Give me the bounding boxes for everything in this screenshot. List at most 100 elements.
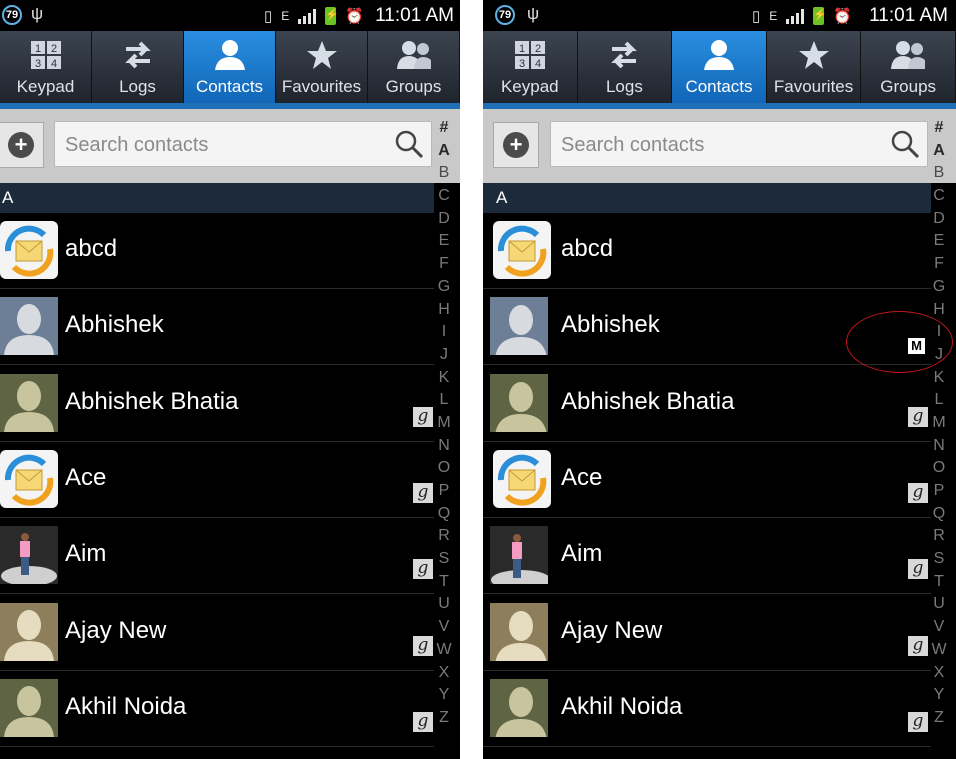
index-letter[interactable]: B [439, 162, 450, 185]
contact-row[interactable]: Aim g [0, 518, 434, 594]
google-account-icon: g [908, 636, 928, 656]
contact-row[interactable]: abcd [483, 213, 931, 289]
contact-row[interactable]: Aim g [483, 518, 931, 594]
index-letter[interactable]: Q [933, 503, 945, 526]
search-field[interactable] [54, 121, 432, 168]
index-letter[interactable]: # [935, 117, 944, 140]
index-letter[interactable]: M [437, 412, 450, 435]
index-letter[interactable]: E [439, 230, 450, 253]
index-letter[interactable]: T [934, 571, 944, 594]
contact-name: Ajay New [561, 617, 663, 644]
index-letter[interactable]: D [438, 208, 450, 231]
search-icon[interactable] [891, 130, 919, 158]
index-letter[interactable]: D [933, 208, 945, 231]
index-letter[interactable]: M [932, 412, 945, 435]
index-letter[interactable]: G [438, 276, 450, 299]
clock: 11:01 AM [375, 5, 454, 26]
index-letter[interactable]: F [439, 253, 449, 276]
svg-text:3: 3 [519, 58, 525, 69]
index-letter[interactable]: W [931, 639, 946, 662]
search-input[interactable] [55, 122, 383, 168]
index-letter[interactable]: Q [438, 503, 450, 526]
contact-row[interactable]: abcd [0, 213, 434, 289]
svg-text:3: 3 [35, 58, 41, 69]
index-letter[interactable]: X [934, 662, 945, 685]
index-letter[interactable]: C [933, 185, 945, 208]
index-letter[interactable]: Y [439, 684, 450, 707]
index-letter[interactable]: R [438, 525, 450, 548]
index-letter[interactable]: K [439, 367, 450, 390]
alphabet-index[interactable]: # A B C D E F G H I J K L M N O P Q R S … [928, 117, 950, 730]
tab-groups[interactable]: Groups [861, 31, 956, 103]
index-letter[interactable]: # [440, 117, 449, 140]
contact-row[interactable]: Ajay New g [483, 595, 931, 671]
index-letter[interactable]: K [934, 367, 945, 390]
index-letter[interactable]: L [935, 389, 944, 412]
battery-charging-icon [813, 7, 827, 25]
tab-favourites[interactable]: Favourites [276, 31, 368, 103]
index-letter[interactable]: N [438, 435, 450, 458]
tab-favourites[interactable]: Favourites [767, 31, 862, 103]
index-letter[interactable]: V [439, 616, 450, 639]
index-letter[interactable]: T [439, 571, 449, 594]
index-letter[interactable]: G [933, 276, 945, 299]
index-letter[interactable]: A [438, 140, 450, 163]
index-letter[interactable]: I [442, 321, 446, 344]
index-letter[interactable]: S [439, 548, 450, 571]
index-letter[interactable]: O [438, 457, 450, 480]
phone-screen-right: 79 ψ ▯ E ⏰ 11:01 AM 1234 Keypad Logs [483, 0, 956, 759]
contact-name: abcd [561, 235, 614, 262]
index-letter[interactable]: O [933, 457, 945, 480]
index-letter[interactable]: R [933, 525, 945, 548]
index-letter[interactable]: S [934, 548, 945, 571]
contact-row[interactable]: Abhishek Bhatia g [483, 366, 931, 442]
index-letter[interactable]: L [440, 389, 449, 412]
sync-email-avatar [493, 450, 551, 508]
index-letter[interactable]: W [436, 639, 451, 662]
index-letter[interactable]: F [934, 253, 944, 276]
index-letter[interactable]: P [439, 480, 450, 503]
contact-row[interactable]: Akhil Noida g [0, 671, 434, 747]
photo-avatar [490, 526, 548, 584]
tab-keypad[interactable]: 1234 Keypad [483, 31, 578, 103]
index-letter[interactable]: H [438, 299, 450, 322]
default-blue-avatar [490, 297, 548, 355]
google-account-icon: g [413, 636, 433, 656]
signal-icon [786, 8, 805, 24]
index-letter[interactable]: Z [439, 707, 449, 730]
index-letter[interactable]: H [933, 299, 945, 322]
contact-row[interactable]: Akhil Noida g [483, 671, 931, 747]
contact-row[interactable]: Ace g [483, 442, 931, 518]
tab-contacts[interactable]: Contacts [184, 31, 276, 103]
index-letter[interactable]: Z [934, 707, 944, 730]
contact-row[interactable]: Abhishek Bhatia g [0, 366, 434, 442]
index-letter[interactable]: A [933, 140, 945, 163]
index-letter[interactable]: C [438, 185, 450, 208]
tab-logs[interactable]: Logs [92, 31, 184, 103]
index-letter[interactable]: P [934, 480, 945, 503]
alphabet-index[interactable]: # A B C D E F G H I J K L M N O P Q R S … [433, 117, 455, 730]
contact-row[interactable]: Ace g [0, 442, 434, 518]
search-input[interactable] [551, 122, 879, 168]
index-letter[interactable]: E [934, 230, 945, 253]
search-field[interactable] [550, 121, 928, 168]
index-letter[interactable]: J [440, 344, 448, 367]
status-bar: 79 ψ ▯ E ⏰ 11:01 AM [0, 0, 460, 32]
add-contact-button[interactable]: + [0, 122, 44, 168]
tab-contacts[interactable]: Contacts [672, 31, 767, 103]
tab-keypad[interactable]: 1234 Keypad [0, 31, 92, 103]
index-letter[interactable]: V [934, 616, 945, 639]
google-account-icon: g [413, 407, 433, 427]
index-letter[interactable]: Y [934, 684, 945, 707]
index-letter[interactable]: B [934, 162, 945, 185]
search-icon[interactable] [395, 130, 423, 158]
add-contact-button[interactable]: + [493, 122, 539, 168]
contact-row[interactable]: Ajay New g [0, 595, 434, 671]
index-letter[interactable]: X [439, 662, 450, 685]
index-letter[interactable]: N [933, 435, 945, 458]
tab-groups[interactable]: Groups [368, 31, 460, 103]
index-letter[interactable]: U [933, 593, 945, 616]
index-letter[interactable]: U [438, 593, 450, 616]
tab-logs[interactable]: Logs [578, 31, 673, 103]
contact-row[interactable]: Abhishek [0, 289, 434, 365]
